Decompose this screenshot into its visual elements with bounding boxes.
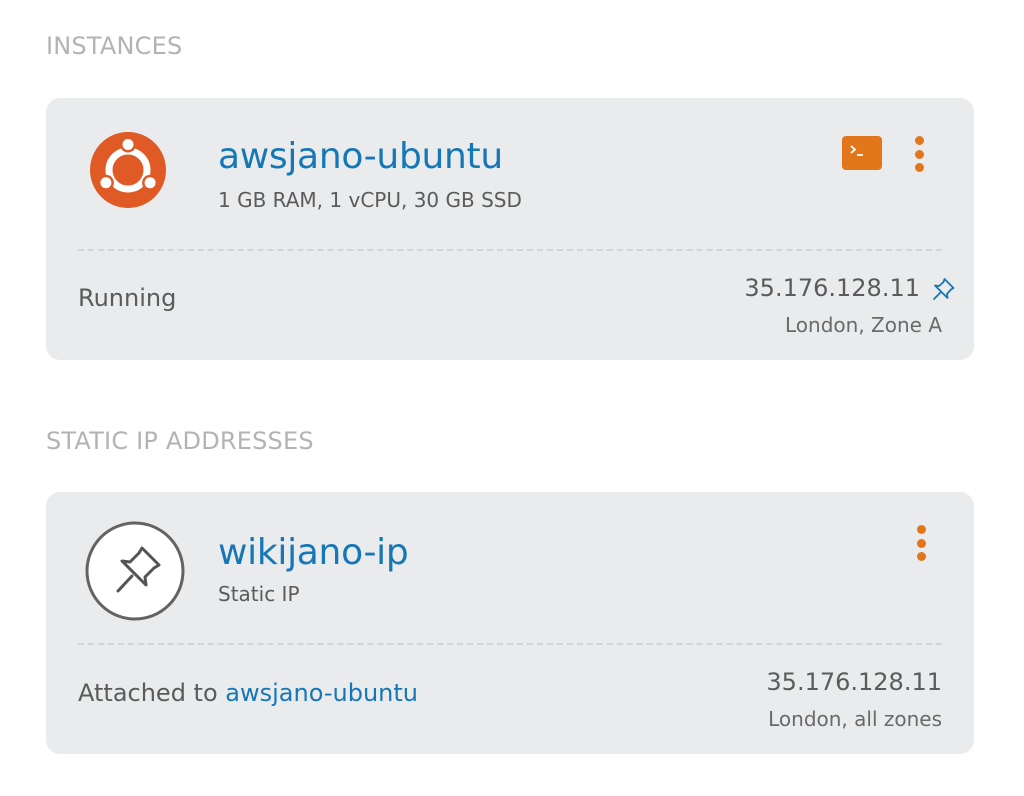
- static-ip-address: 35.176.128.11: [766, 668, 942, 696]
- instance-location: London, Zone A: [785, 313, 942, 337]
- instance-specs: 1 GB RAM, 1 vCPU, 30 GB SSD: [218, 188, 522, 212]
- static-ip-card[interactable]: wikijano-ip Static IP Attached to awsjan…: [46, 492, 974, 754]
- instance-status: Running: [78, 284, 177, 312]
- pin-icon[interactable]: [930, 275, 958, 303]
- static-ip-name-link[interactable]: wikijano-ip: [218, 532, 409, 573]
- static-ip-section-title: STATIC IP ADDRESSES: [46, 427, 314, 455]
- instance-name-link[interactable]: awsjano-ubuntu: [218, 136, 503, 177]
- pin-circle-icon: [85, 521, 185, 621]
- instance-ip: 35.176.128.11: [744, 274, 920, 302]
- instance-card-divider: [78, 249, 942, 251]
- static-ip-location: London, all zones: [768, 707, 942, 731]
- connect-terminal-button[interactable]: [842, 136, 882, 170]
- attached-to-text: Attached to awsjano-ubuntu: [78, 679, 418, 707]
- attached-instance-link[interactable]: awsjano-ubuntu: [225, 679, 418, 707]
- static-ip-type: Static IP: [218, 582, 300, 606]
- instance-card[interactable]: awsjano-ubuntu 1 GB RAM, 1 vCPU, 30 GB S…: [46, 98, 974, 360]
- static-ip-kebab-menu-icon[interactable]: [914, 525, 928, 561]
- ubuntu-logo-icon: [90, 132, 166, 208]
- instances-section-title: INSTANCES: [46, 32, 183, 60]
- terminal-icon: [850, 145, 863, 156]
- instance-kebab-menu-icon[interactable]: [912, 136, 926, 172]
- attached-to-label: Attached to: [78, 679, 226, 707]
- static-ip-card-divider: [78, 643, 942, 645]
